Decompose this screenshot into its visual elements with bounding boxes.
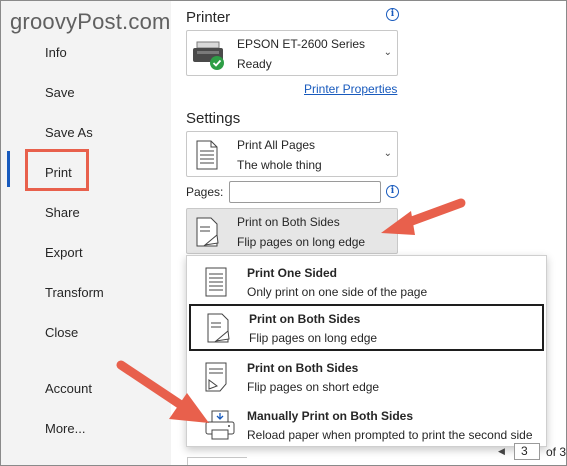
- short-edge-icon: [205, 362, 227, 392]
- printer-name: EPSON ET-2600 Series: [237, 37, 366, 51]
- pages-label: Pages:: [186, 185, 224, 199]
- menu-item-one-sided[interactable]: Print One Sided Only print on one side o…: [187, 258, 546, 305]
- printer-status: Ready: [237, 57, 272, 71]
- next-setting-edge: [187, 457, 247, 465]
- chevron-down-icon: ⌄: [383, 148, 392, 159]
- long-edge-icon: [196, 217, 219, 247]
- page-count-label: of 3: [546, 445, 567, 459]
- print-sides-menu: Print One Sided Only print on one side o…: [186, 255, 547, 447]
- menu-item-subtitle: Only print on one side of the page: [247, 285, 428, 299]
- printer-info-icon[interactable]: i: [386, 8, 399, 21]
- menu-item-title: Manually Print on Both Sides: [247, 409, 414, 423]
- menu-item-title: Print on Both Sides: [247, 361, 359, 375]
- menu-item-title: Print One Sided: [247, 266, 338, 280]
- long-edge-icon: [207, 313, 230, 343]
- print-sides-dropdown[interactable]: Print on Both Sides Flip pages on long e…: [186, 208, 398, 254]
- nav-print[interactable]: Print: [45, 165, 72, 180]
- pages-info-icon[interactable]: i: [386, 185, 399, 198]
- menu-item-subtitle: Flip pages on long edge: [249, 331, 378, 345]
- print-range-title: Print All Pages: [237, 138, 316, 152]
- nav-transform[interactable]: Transform: [45, 285, 104, 300]
- chevron-down-icon: ⌄: [383, 47, 392, 58]
- printer-heading: Printer: [186, 9, 231, 26]
- menu-item-subtitle: Flip pages on short edge: [247, 380, 380, 394]
- nav-share[interactable]: Share: [45, 205, 80, 220]
- menu-item-both-long-edge[interactable]: Print on Both Sides Flip pages on long e…: [189, 304, 544, 351]
- print-range-dropdown[interactable]: Print All Pages The whole thing ⌄: [186, 131, 398, 177]
- pages-icon: [196, 140, 218, 170]
- nav-info[interactable]: Info: [45, 45, 67, 60]
- watermark: groovyPost.com: [10, 9, 171, 34]
- selected-indicator: [7, 151, 10, 187]
- print-sides-title: Print on Both Sides: [237, 215, 340, 229]
- printer-dropdown[interactable]: EPSON ET-2600 Series Ready ⌄: [186, 30, 398, 76]
- backstage-sidebar: groovyPost.com Info Save Save As Print S…: [1, 1, 171, 465]
- menu-item-subtitle: Reload paper when prompted to print the …: [247, 428, 533, 442]
- printer-icon: [193, 41, 224, 70]
- previous-page-icon[interactable]: ◀: [498, 446, 505, 457]
- screenshot-frame: groovyPost.com Info Save Save As Print S…: [0, 0, 567, 466]
- nav-account[interactable]: Account: [45, 381, 92, 396]
- one-sided-icon: [205, 267, 227, 297]
- print-sides-subtitle: Flip pages on long edge: [237, 235, 366, 249]
- page-number-input[interactable]: 3: [514, 443, 540, 460]
- nav-more[interactable]: More...: [45, 421, 85, 436]
- print-range-subtitle: The whole thing: [237, 158, 322, 172]
- settings-heading: Settings: [186, 110, 241, 127]
- nav-save[interactable]: Save: [45, 85, 75, 100]
- menu-item-title: Print on Both Sides: [249, 312, 361, 326]
- manual-duplex-icon: [205, 410, 235, 440]
- menu-item-both-short-edge[interactable]: Print on Both Sides Flip pages on short …: [187, 353, 546, 400]
- nav-close[interactable]: Close: [45, 325, 78, 340]
- nav-export[interactable]: Export: [45, 245, 83, 260]
- nav-save-as[interactable]: Save As: [45, 125, 93, 140]
- menu-item-manual-duplex[interactable]: Manually Print on Both Sides Reload pape…: [187, 401, 546, 448]
- printer-properties-link[interactable]: Printer Properties: [304, 82, 397, 96]
- pages-input[interactable]: [229, 181, 381, 203]
